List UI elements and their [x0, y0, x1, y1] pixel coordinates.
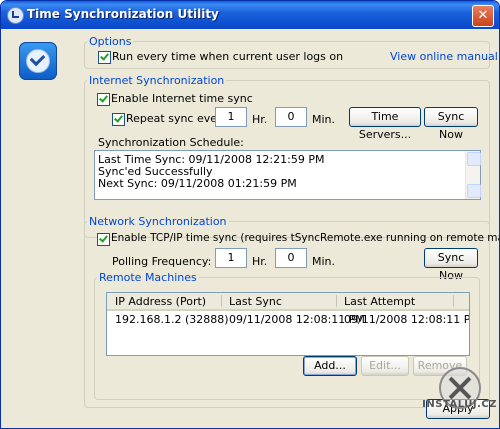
enable-internet-sync-checkbox[interactable]: [97, 93, 110, 106]
title-bar[interactable]: Time Synchronization Utility ✕: [1, 1, 499, 29]
add-machine-button[interactable]: Add...: [303, 356, 357, 376]
schedule-label: Synchronization Schedule:: [98, 136, 244, 149]
schedule-textarea[interactable]: Last Time Sync: 09/11/2008 12:21:59 PM S…: [94, 150, 481, 200]
internet-sync-now-button[interactable]: Sync Now: [424, 107, 478, 141]
network-sync-legend: Network Synchronization: [89, 215, 227, 228]
enable-tcp-sync-checkbox[interactable]: [97, 233, 110, 246]
polling-frequency-label: Polling Frequency:: [112, 255, 212, 268]
scroll-up-icon[interactable]: [467, 152, 481, 166]
run-every-time-checkbox[interactable]: [98, 51, 111, 64]
edit-machine-button[interactable]: Edit...: [361, 356, 409, 376]
app-window: Time Synchronization Utility ✕ Options R…: [0, 0, 500, 429]
repeat-sync-checkbox[interactable]: [112, 113, 125, 126]
schedule-scrollbar[interactable]: [465, 151, 481, 199]
remote-machines-table[interactable]: IP Address (Port) Last Sync Last Attempt…: [106, 292, 470, 356]
watermark-text: INSTALUJ.CZ: [422, 399, 497, 410]
remote-machines-legend: Remote Machines: [99, 271, 197, 284]
repeat-minutes-input[interactable]: 0: [275, 107, 307, 127]
network-sync-now-button[interactable]: Sync Now: [424, 248, 478, 282]
polling-minutes-input[interactable]: 0: [275, 248, 307, 268]
time-servers-button[interactable]: Time Servers...: [349, 107, 421, 141]
polling-hours-label: Hr.: [252, 255, 268, 268]
polling-hours-input[interactable]: 1: [215, 248, 247, 268]
table-cell-ip[interactable]: 192.168.1.2 (32888): [115, 313, 229, 326]
options-legend: Options: [89, 35, 132, 48]
repeat-hours-input[interactable]: 1: [215, 107, 247, 127]
view-manual-link[interactable]: View online manual...: [390, 50, 499, 63]
column-last-attempt[interactable]: Last Attempt: [344, 295, 415, 308]
column-last-sync[interactable]: Last Sync: [229, 295, 282, 308]
repeat-minutes-label: Min.: [312, 113, 336, 126]
clock-check-icon: [19, 42, 57, 80]
polling-minutes-label: Min.: [312, 255, 336, 268]
app-title-icon: [7, 7, 24, 24]
window-title: Time Synchronization Utility: [27, 7, 219, 21]
repeat-hours-label: Hr.: [252, 113, 268, 126]
close-button[interactable]: ✕: [472, 5, 494, 27]
enable-internet-sync-label: Enable Internet time sync: [111, 92, 253, 105]
table-cell-last-attempt[interactable]: 09/11/2008 12:08:11 PM: [344, 313, 469, 326]
column-ip-address[interactable]: IP Address (Port): [115, 295, 206, 308]
main-content: Options Run every time when current user…: [1, 29, 499, 428]
scroll-down-icon[interactable]: [467, 184, 481, 198]
enable-tcp-sync-label: Enable TCP/IP time sync (requires tSyncR…: [111, 232, 500, 244]
run-every-time-label: Run every time when current user logs on: [112, 50, 344, 63]
table-header: IP Address (Port) Last Sync Last Attempt: [107, 293, 469, 311]
internet-sync-legend: Internet Synchronization: [89, 74, 225, 87]
schedule-line: Next Sync: 09/11/2008 01:21:59 PM: [98, 177, 297, 190]
